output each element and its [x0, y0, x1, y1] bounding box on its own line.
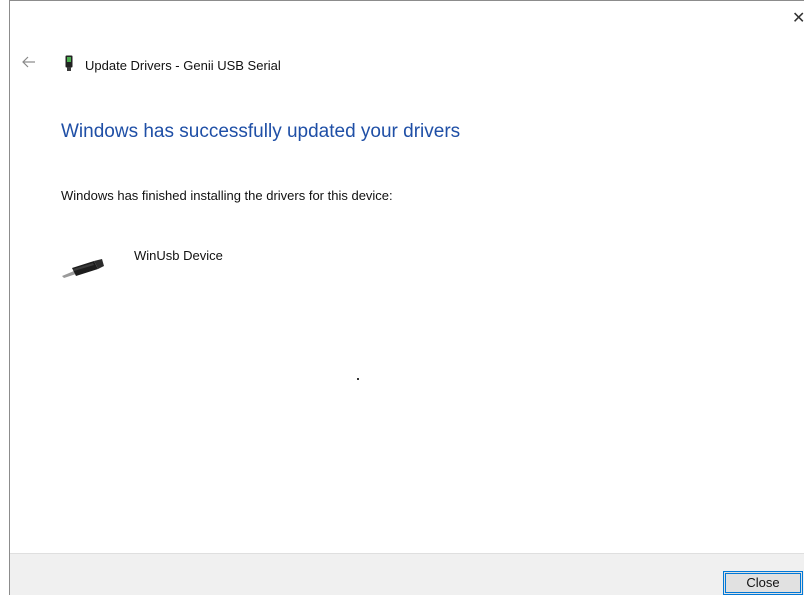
dialog-footer: Close [10, 553, 804, 595]
stray-dot [357, 378, 359, 380]
dialog-title: Update Drivers - Genii USB Serial [85, 58, 281, 73]
close-button[interactable]: Close [723, 571, 803, 595]
install-message: Windows has finished installing the driv… [61, 188, 393, 203]
success-headline: Windows has successfully updated your dr… [61, 121, 461, 142]
usb-device-icon [65, 55, 73, 71]
back-arrow-icon[interactable] [22, 55, 36, 69]
device-name: WinUsb Device [134, 248, 223, 263]
update-drivers-dialog: ✕ Update Drivers - Genii USB Serial Wind… [9, 0, 804, 595]
window-close-icon[interactable]: ✕ [792, 7, 804, 31]
usb-cable-icon [62, 259, 104, 278]
